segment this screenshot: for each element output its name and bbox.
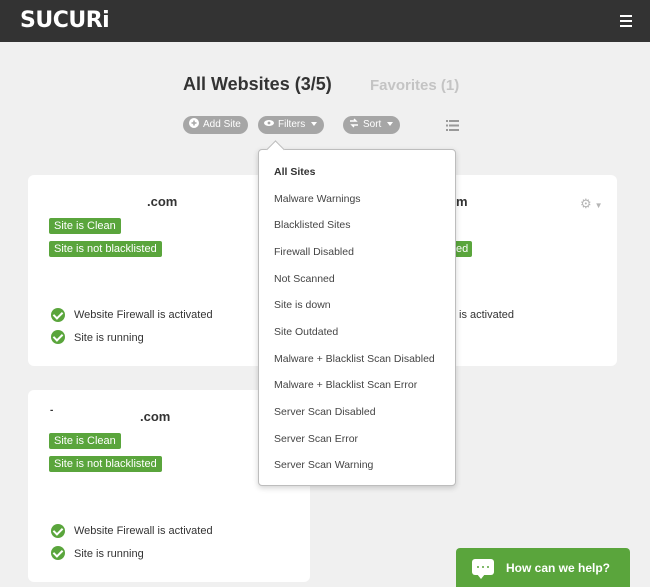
list-view-icon[interactable] (446, 120, 459, 131)
filters-dropdown: All Sites Malware Warnings Blacklisted S… (258, 149, 456, 486)
chevron-down-icon: ▼ (594, 201, 603, 210)
firewall-status: is activated (459, 309, 515, 321)
status-badge-blacklist: Site is not blacklisted (49, 456, 162, 472)
tab-favorites[interactable]: Favorites (1) (370, 77, 459, 94)
filter-server-scan-error[interactable]: Server Scan Error (274, 433, 358, 445)
chevron-down-icon (311, 122, 318, 126)
help-chat-button[interactable]: How can we help? (456, 548, 630, 587)
sucuri-logo[interactable]: SUCURi (20, 8, 110, 33)
sort-button[interactable]: Sort (343, 116, 401, 134)
add-site-button[interactable]: Add Site (183, 116, 248, 134)
chevron-down-icon (387, 122, 394, 126)
filter-firewall-disabled[interactable]: Firewall Disabled (274, 246, 354, 258)
filter-malware-blacklist-disabled[interactable]: Malware + Blacklist Scan Disabled (274, 353, 435, 365)
filter-malware-warnings[interactable]: Malware Warnings (274, 193, 361, 205)
filter-all-sites[interactable]: All Sites (274, 166, 315, 178)
check-circle-icon (51, 524, 65, 538)
site-domain[interactable]: .com (147, 194, 177, 209)
site-domain[interactable]: m (456, 194, 468, 209)
sort-arrows-icon (350, 118, 358, 128)
check-circle-icon (51, 546, 65, 560)
sort-label: Sort (363, 119, 382, 130)
top-bar: SUCURi (0, 0, 650, 42)
status-badge-blacklist: Site is not blacklisted (49, 241, 162, 257)
firewall-status: Website Firewall is activated (74, 525, 213, 537)
plus-circle-icon (189, 118, 199, 128)
filter-server-scan-warning[interactable]: Server Scan Warning (274, 459, 373, 471)
firewall-status: Website Firewall is activated (74, 309, 213, 321)
eye-icon (264, 120, 274, 126)
filter-blacklisted-sites[interactable]: Blacklisted Sites (274, 219, 350, 231)
running-status: Site is running (74, 548, 144, 560)
add-site-label: Add Site (203, 119, 241, 130)
filter-server-scan-disabled[interactable]: Server Scan Disabled (274, 406, 376, 418)
hamburger-icon[interactable] (620, 15, 632, 27)
filters-button[interactable]: Filters (258, 116, 325, 134)
gear-icon[interactable]: ⚙ ▼ (580, 196, 603, 211)
status-badge-clean: Site is Clean (49, 218, 121, 234)
help-label: How can we help? (506, 561, 611, 575)
site-domain-prefix: - (50, 405, 54, 416)
filters-label: Filters (278, 119, 306, 130)
filter-malware-blacklist-error[interactable]: Malware + Blacklist Scan Error (274, 379, 417, 391)
chat-bubble-icon (472, 559, 494, 579)
filter-site-outdated[interactable]: Site Outdated (274, 326, 338, 338)
check-circle-icon (51, 308, 65, 322)
check-circle-icon (51, 330, 65, 344)
tab-all-websites[interactable]: All Websites (3/5) (183, 74, 332, 95)
filter-not-scanned[interactable]: Not Scanned (274, 273, 335, 285)
running-status: Site is running (74, 332, 144, 344)
status-badge-clean: Site is Clean (49, 433, 121, 449)
filter-site-down[interactable]: Site is down (274, 299, 331, 311)
site-domain[interactable]: .com (140, 409, 170, 424)
